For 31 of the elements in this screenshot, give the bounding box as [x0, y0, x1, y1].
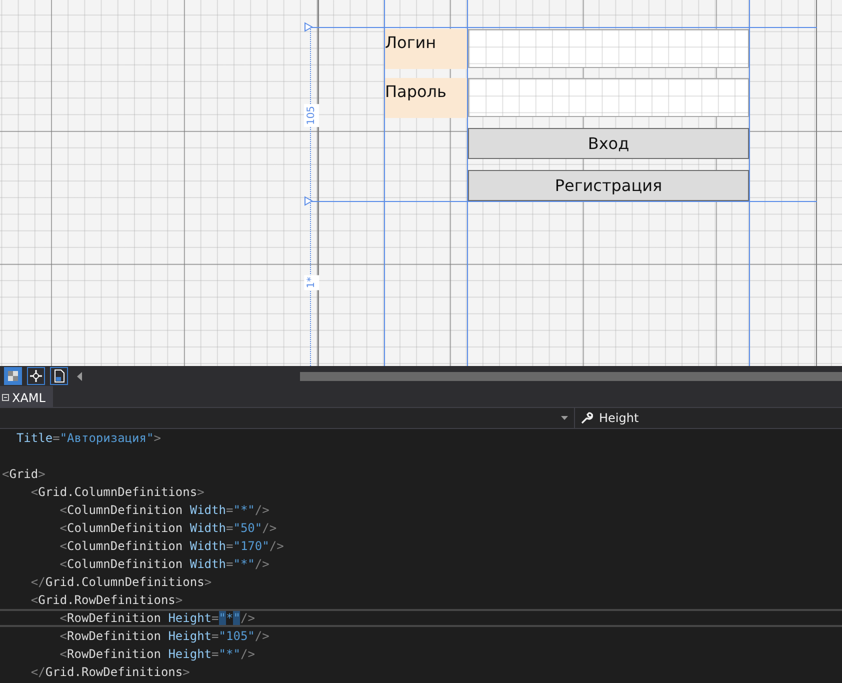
caret-icon	[561, 416, 568, 420]
code-line: <ColumnDefinition Width="*"/>	[58, 557, 270, 571]
code-line: <Grid.RowDefinitions>	[30, 593, 183, 607]
horizontal-scrollbar[interactable]	[300, 372, 842, 380]
code-line: <ColumnDefinition Width="*"/>	[58, 503, 270, 517]
code-line: <Grid>	[2, 467, 46, 481]
scroll-left-icon[interactable]	[77, 372, 83, 380]
input-field[interactable]	[468, 78, 749, 117]
wrench-icon	[581, 412, 593, 424]
code-line: <Grid.ColumnDefinitions>	[30, 485, 204, 499]
code-line: </Grid.ColumnDefinitions>	[30, 575, 212, 589]
code-line: <RowDefinition Height="*"/>	[58, 611, 255, 625]
code-line: <ColumnDefinition Width="50"/>	[58, 521, 277, 535]
member-dropdown[interactable]: Height	[575, 408, 842, 428]
editor-tab[interactable]: XAML	[0, 386, 54, 407]
code-line: <RowDefinition Height="105"/>	[58, 629, 270, 643]
row-marker-icon[interactable]	[304, 196, 314, 206]
code-line: <ColumnDefinition Width="170"/>	[58, 539, 284, 553]
row-marker-icon[interactable]	[304, 22, 314, 32]
input-field[interactable]	[468, 29, 749, 68]
code-line: <RowDefinition Height="*"/>	[58, 647, 255, 661]
crosshair-icon[interactable]	[27, 367, 45, 385]
pattern-icon[interactable]	[4, 367, 22, 385]
code-line: </Grid.RowDefinitions>	[30, 665, 190, 679]
form-label: Логин	[385, 29, 467, 69]
code-line: Title="Авторизация">	[15, 431, 161, 445]
form-label: Пароль	[385, 78, 467, 118]
form-button[interactable]: Вход	[468, 128, 749, 159]
pin-icon	[2, 394, 9, 401]
form-button[interactable]: Регистрация	[468, 170, 749, 201]
document-icon[interactable]	[50, 367, 68, 385]
